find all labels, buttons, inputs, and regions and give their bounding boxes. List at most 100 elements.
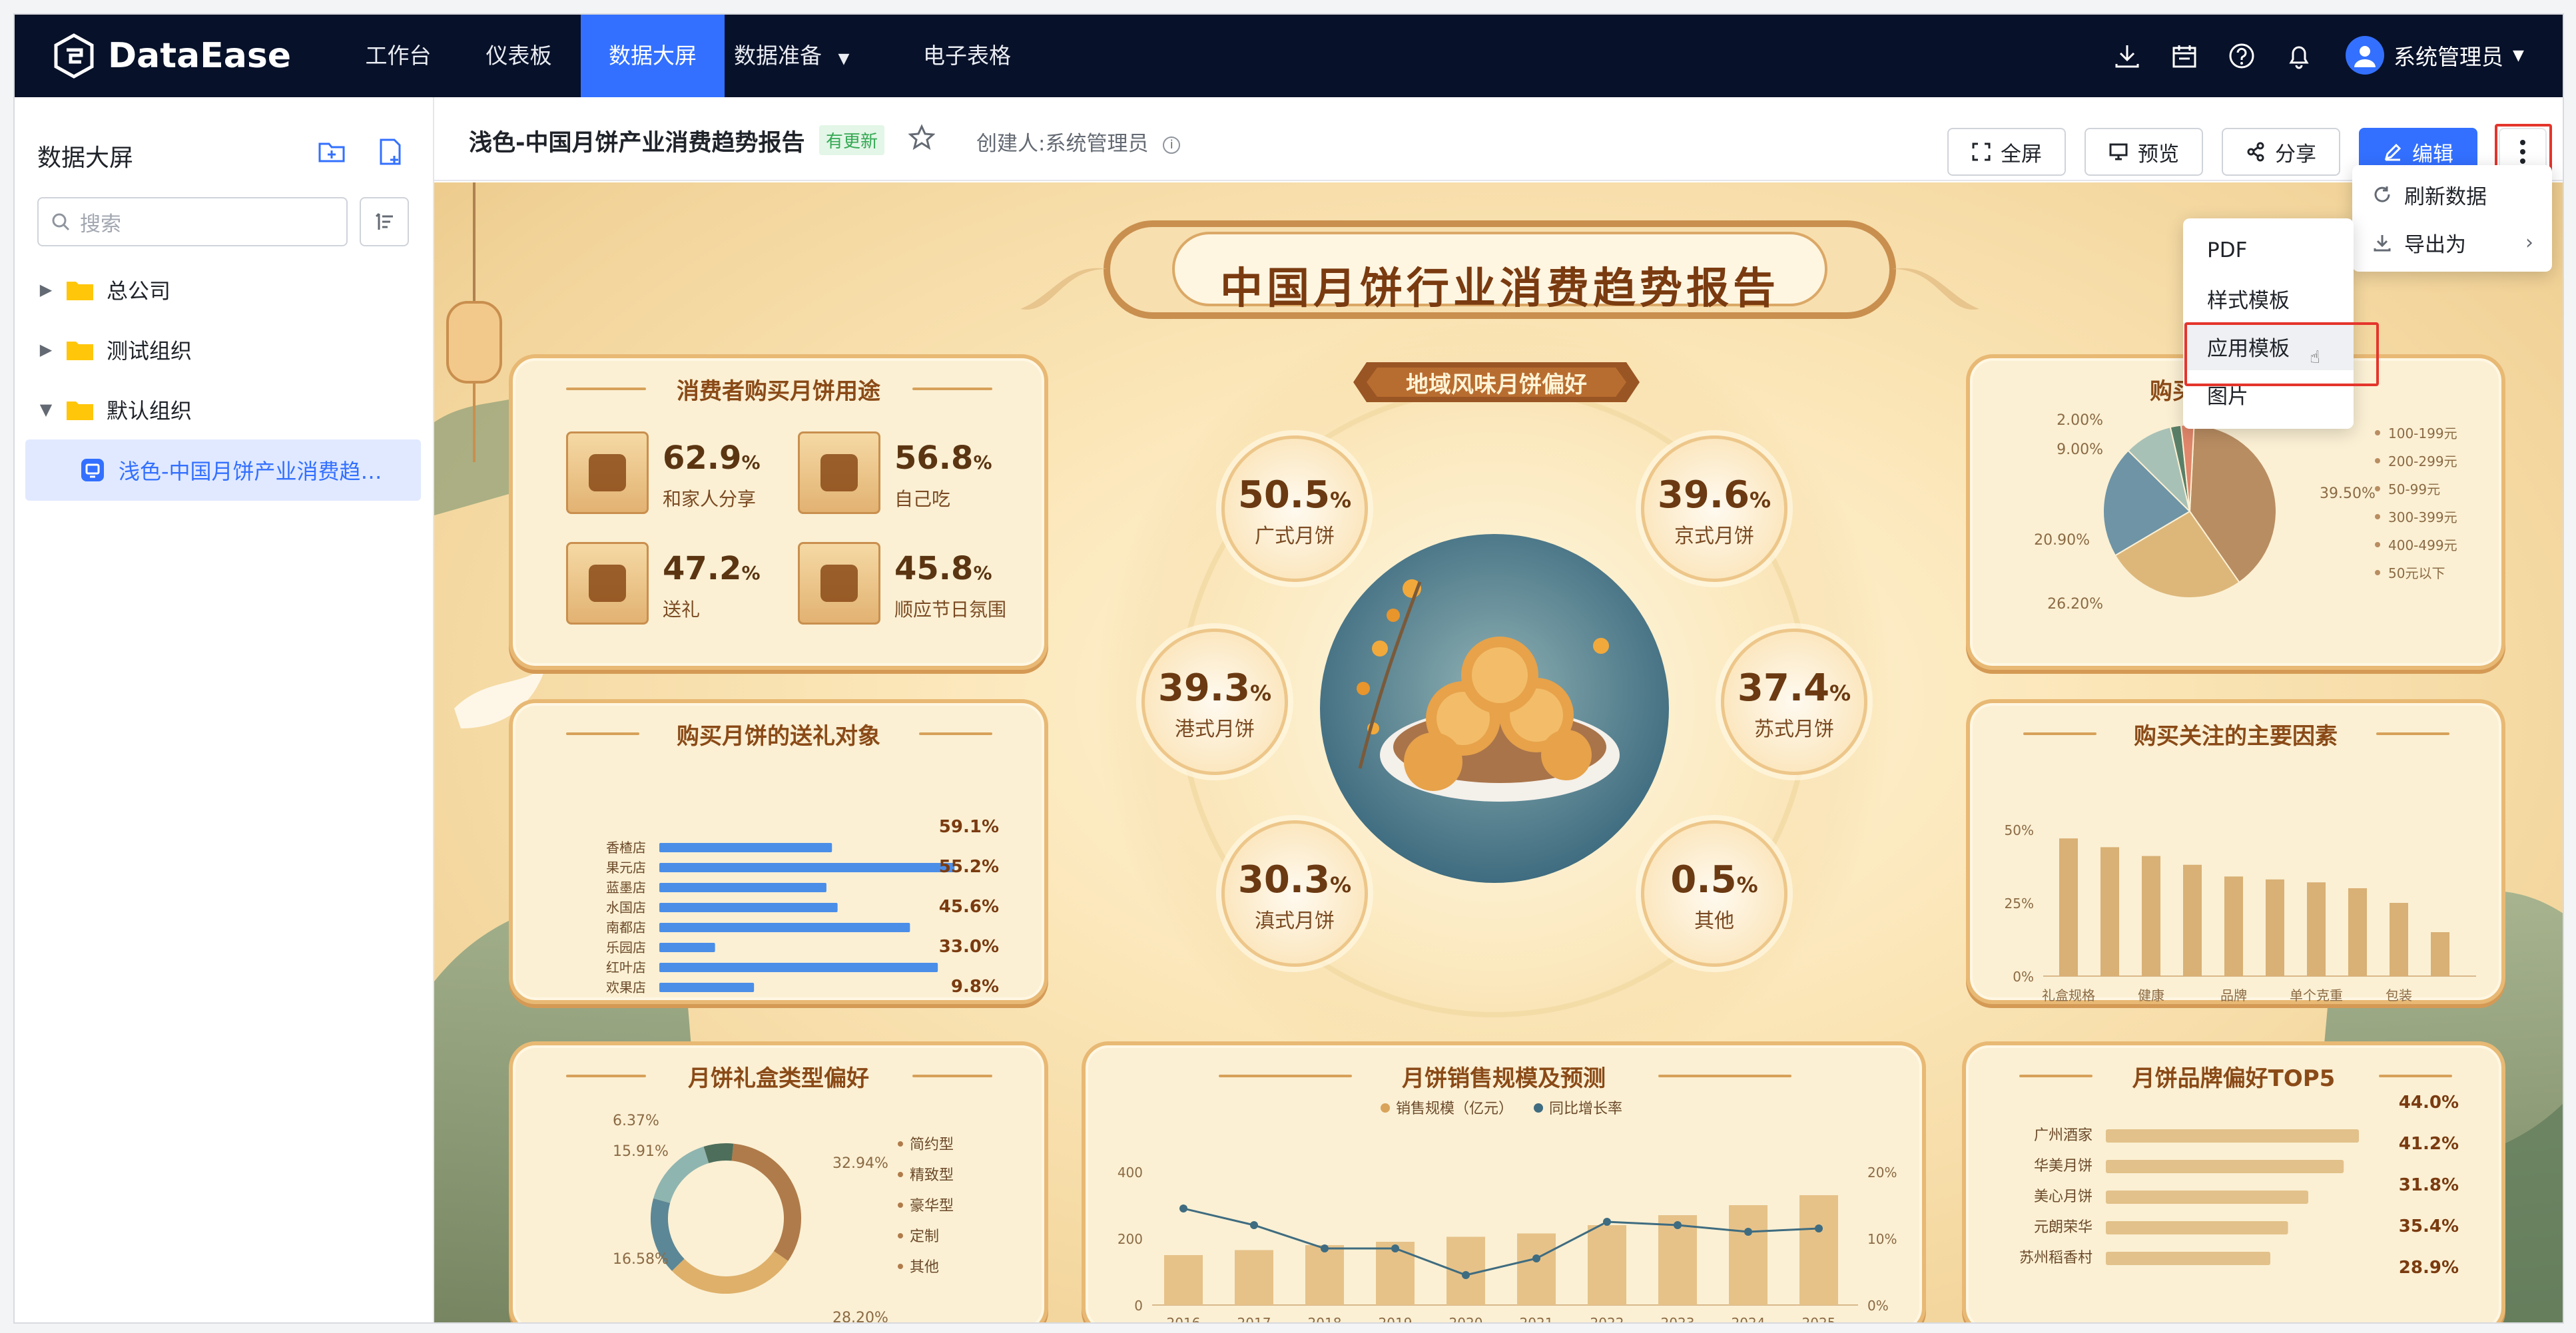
region-value-number: 39.3 — [1157, 666, 1251, 710]
region-bubble: 39.6% 京式月饼 — [1641, 435, 1787, 582]
bar — [659, 883, 826, 892]
y-tick-label: 50% — [2005, 822, 2034, 838]
help-icon[interactable] — [2227, 41, 2256, 71]
region-bubble: 0.5% 其他 — [1641, 820, 1787, 967]
region-value-unit: % — [1330, 487, 1352, 513]
usage-value-unit: % — [741, 562, 761, 584]
usage-label: 送礼 — [663, 599, 701, 621]
bar — [1305, 1245, 1344, 1305]
search-icon — [52, 213, 70, 231]
caret-down-icon[interactable]: ▼ — [31, 400, 61, 419]
pie-label: 20.90% — [2034, 532, 2090, 549]
bar — [659, 863, 955, 872]
panel-factors: 购买关注的主要因素 50% 25% 0% 礼盒规格 健康 品牌 单个克重 包装 — [1966, 699, 2505, 1004]
sort-button[interactable] — [360, 197, 409, 246]
bar-value-label: 33.0% — [939, 937, 999, 957]
creator-text: 创建人:系统管理员 — [976, 132, 1149, 156]
tree-item-label: 总公司 — [107, 278, 171, 304]
bar-category-label: 美心月饼 — [2034, 1189, 2093, 1205]
nav-tab-spreadsheet[interactable]: 电子表格 — [900, 15, 1034, 97]
tree-item-selected-screen[interactable]: 浅色-中国月饼产业消费趋… — [25, 439, 421, 501]
legend-label: 销售规模（亿元） — [1396, 1101, 1513, 1117]
region-label: 滇式月饼 — [1255, 910, 1335, 933]
download-icon[interactable] — [2112, 41, 2142, 71]
region-bubble: 30.3% 滇式月饼 — [1221, 820, 1368, 967]
x-tick-label: 2023 — [1661, 1315, 1695, 1324]
title-decoration — [2376, 732, 2449, 735]
tree-item-test-org[interactable]: ▶ 测试组织 — [31, 321, 417, 378]
nav-tab-data-screen[interactable]: 数据大屏 — [581, 15, 725, 97]
export-item-style-template[interactable]: 样式模板 — [2183, 274, 2354, 322]
bar — [1729, 1205, 1768, 1305]
star-icon[interactable] — [908, 124, 936, 150]
bar — [2100, 847, 2119, 976]
bar — [659, 843, 832, 852]
chevron-down-icon: ▼ — [838, 51, 850, 67]
growth-point — [1532, 1254, 1540, 1262]
app-logo[interactable]: DataEase — [51, 32, 291, 80]
bar-category-label: 华美月饼 — [2034, 1158, 2093, 1175]
legend-label: 其他 — [910, 1259, 939, 1276]
legend-label: 同比增长率 — [1549, 1101, 1622, 1117]
bar — [2183, 864, 2202, 976]
new-folder-icon[interactable] — [316, 136, 348, 168]
usage-label: 顺应节日氛围 — [894, 599, 1007, 621]
caret-right-icon[interactable]: ▶ — [31, 280, 61, 299]
edit-label: 编辑 — [2412, 142, 2453, 166]
bar — [2348, 888, 2367, 976]
growth-point — [1744, 1228, 1752, 1236]
region-value-unit: % — [1829, 680, 1851, 706]
pie-label: 9.00% — [2057, 441, 2103, 458]
fullscreen-button[interactable]: 全屏 — [1947, 128, 2066, 176]
tree-item-head-office[interactable]: ▶ 总公司 — [31, 261, 417, 318]
region-label: 港式月饼 — [1175, 718, 1255, 741]
y2-tick-label: 10% — [1867, 1231, 1897, 1247]
search-input[interactable]: 搜索 — [37, 197, 348, 246]
growth-point — [1603, 1218, 1611, 1226]
nav-tab-data-prep-label: 数据准备 — [734, 43, 822, 69]
region-value-unit: % — [1750, 487, 1771, 513]
more-menu: 刷新数据 导出为 › — [2352, 165, 2552, 272]
fullscreen-label: 全屏 — [2001, 142, 2042, 166]
region-bubble: 37.4% 苏式月饼 — [1721, 629, 1867, 775]
bar-category-label: 水国店 — [606, 900, 646, 916]
region-value: 0.5% — [1644, 858, 1784, 902]
menu-item-export[interactable]: 导出为 › — [2352, 218, 2552, 266]
legend-dot — [1534, 1103, 1543, 1113]
usage-value-number: 45.8 — [894, 550, 974, 587]
calendar-icon[interactable] — [2170, 41, 2199, 71]
menu-item-refresh[interactable]: 刷新数据 — [2352, 170, 2552, 218]
x-tick-label: 品牌 — [2220, 987, 2247, 1003]
x-tick-label: 2021 — [1520, 1315, 1554, 1324]
export-item-pdf[interactable]: PDF — [2183, 226, 2354, 274]
panel-brands: 月饼品牌偏好TOP5 广州酒家 华美月饼 美心月饼 元朗荣华 苏州稻香村 44.0% 41.… — [1962, 1041, 2505, 1322]
title-decoration — [1658, 1075, 1791, 1077]
x-tick-label: 2022 — [1590, 1315, 1624, 1324]
usage-value-unit: % — [973, 451, 992, 473]
caret-right-icon[interactable]: ▶ — [31, 340, 61, 359]
monitor-icon — [2109, 143, 2128, 160]
nav-tab-data-prep[interactable]: 数据准备 ▼ — [734, 15, 867, 97]
nav-tab-workbench[interactable]: 工作台 — [340, 15, 457, 97]
y-tick-label: 25% — [2005, 896, 2034, 912]
preview-button[interactable]: 预览 — [2085, 128, 2203, 176]
bar — [1588, 1225, 1626, 1305]
tree-item-default-org[interactable]: ▼ 默认组织 — [31, 381, 417, 438]
user-name: 系统管理员 — [2394, 44, 2503, 70]
search-placeholder: 搜索 — [80, 212, 121, 236]
bell-icon[interactable] — [2284, 41, 2314, 71]
info-icon[interactable]: i — [1163, 136, 1181, 154]
panel-title: 月饼销售规模及预测 — [1402, 1065, 1606, 1092]
highlight-box — [2184, 322, 2379, 386]
share-button[interactable]: 分享 — [2222, 128, 2340, 176]
new-screen-icon[interactable] — [374, 136, 406, 168]
bar — [2106, 1129, 2359, 1143]
share-icon — [2247, 142, 2264, 162]
nav-tab-dashboard[interactable]: 仪表板 — [457, 15, 581, 97]
donut-label: 15.91% — [613, 1143, 669, 1160]
y-tick-label: 200 — [1118, 1231, 1143, 1247]
growth-point — [1250, 1221, 1258, 1229]
bar-value-label: 35.4% — [2399, 1216, 2459, 1236]
legend-dot — [898, 1141, 903, 1147]
user-menu[interactable]: 系统管理员 ▼ — [2346, 36, 2524, 75]
